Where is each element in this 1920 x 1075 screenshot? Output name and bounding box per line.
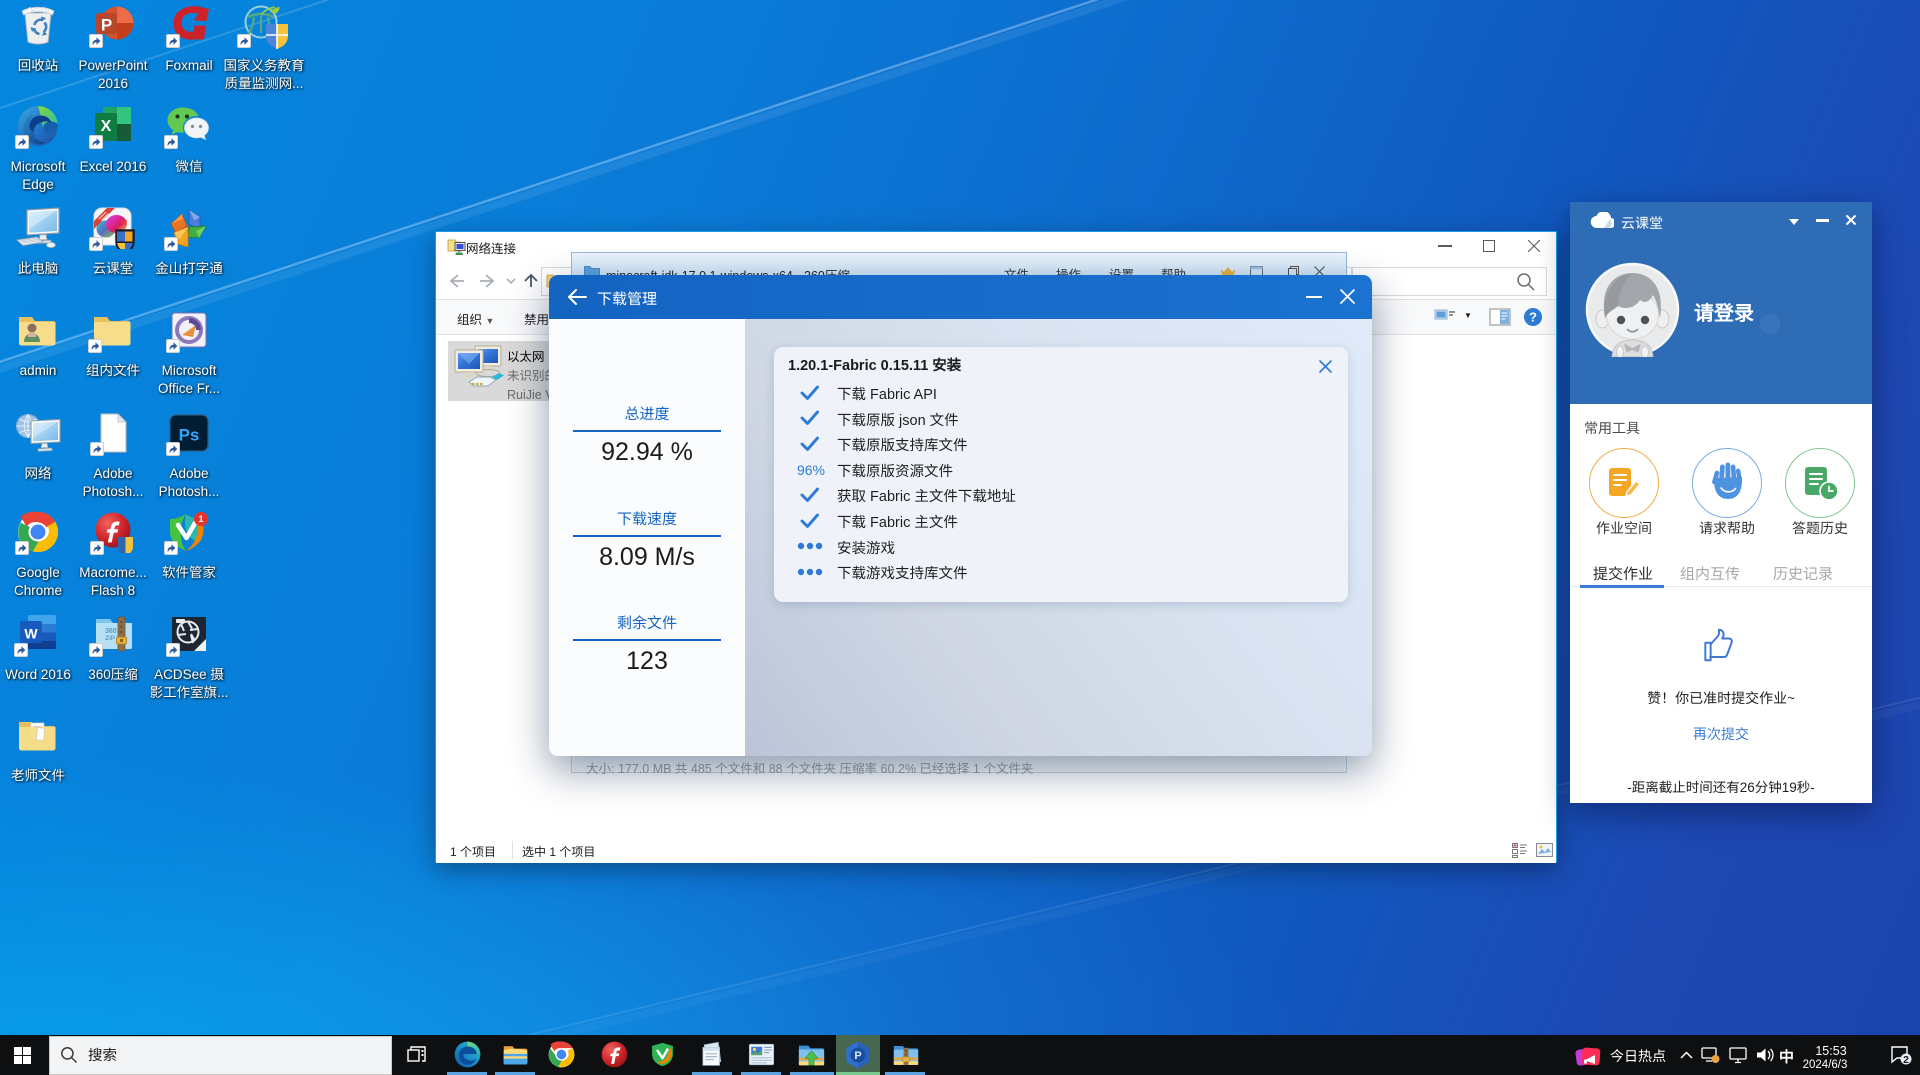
svg-text:P: P xyxy=(101,16,112,35)
svg-text:W: W xyxy=(24,626,38,642)
svg-text:?: ? xyxy=(1529,310,1537,325)
svg-text:360: 360 xyxy=(105,628,117,635)
svg-text:P: P xyxy=(854,1050,861,1062)
svg-text:ZIP: ZIP xyxy=(105,635,116,642)
svg-text:1: 1 xyxy=(198,514,204,525)
svg-text:Ps: Ps xyxy=(179,426,200,445)
svg-text:2: 2 xyxy=(1903,1054,1909,1065)
svg-text:X: X xyxy=(101,118,112,135)
